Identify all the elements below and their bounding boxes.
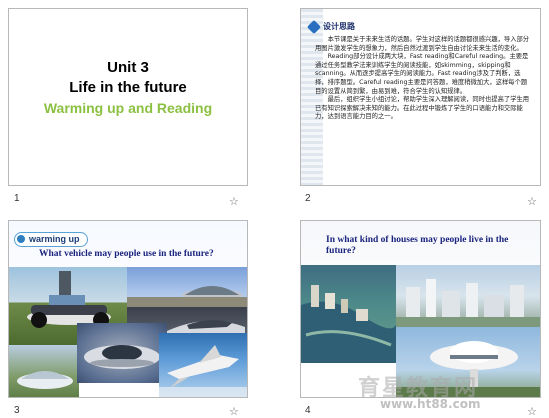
- watermark-url: www.ht88.com: [380, 397, 481, 411]
- badge-label: warming up: [29, 234, 80, 244]
- flying-car-image: [127, 267, 247, 307]
- slide-1-thumbnail[interactable]: Unit 3 Life in the future Warming up and…: [8, 8, 248, 186]
- section-title: Warming up and Reading: [43, 100, 213, 116]
- slide-transition-star-icon[interactable]: ☆: [527, 195, 537, 208]
- hover-vehicle-image: [77, 323, 167, 383]
- slide-2-thumbnail[interactable]: 设计思路 本节课是关于未来生活的话题。学生对这样的话题都很感兴趣，导入部分用图片…: [300, 8, 541, 186]
- slide-number: 1: [14, 193, 20, 204]
- unit-title: Unit 3: [107, 59, 149, 76]
- paragraph: 本节课是关于未来生活的话题。学生对这样的话题都很感兴趣，导入部分用图片激发学生的…: [315, 36, 530, 52]
- slide-transition-star-icon[interactable]: ☆: [527, 405, 537, 418]
- slide-body-text: 本节课是关于未来生活的话题。学生对这样的话题都很感兴趣，导入部分用图片激发学生的…: [315, 36, 533, 122]
- futuristic-city-image: [396, 265, 540, 327]
- space-shuttle-image: [159, 333, 247, 397]
- slide-number: 3: [14, 405, 20, 416]
- slide-number: 2: [305, 193, 311, 204]
- warming-up-badge: warming up: [14, 232, 88, 247]
- slide-question: What vehicle may people use in the futur…: [39, 249, 214, 259]
- slide-number: 4: [305, 405, 311, 416]
- water-city-image: [301, 265, 396, 363]
- lesson-title: Life in the future: [69, 79, 187, 96]
- circle-bullet-icon: [17, 235, 25, 243]
- slide-question: In what kind of houses may people live i…: [326, 235, 509, 256]
- slide-3-thumbnail[interactable]: warming up What vehicle may people use i…: [8, 220, 248, 398]
- slide-transition-star-icon[interactable]: ☆: [229, 405, 239, 418]
- slide-transition-star-icon[interactable]: ☆: [229, 195, 239, 208]
- paragraph: 最后，组织学生小组讨论，帮助学生深入理解阅读，同时也提高了学生用已有知识探索解决…: [315, 96, 530, 121]
- concept-car-image: [9, 345, 79, 397]
- paragraph: Reading部分设计成两大块，Fast reading和Careful rea…: [315, 53, 529, 95]
- slide-header: 设计思路: [323, 22, 355, 31]
